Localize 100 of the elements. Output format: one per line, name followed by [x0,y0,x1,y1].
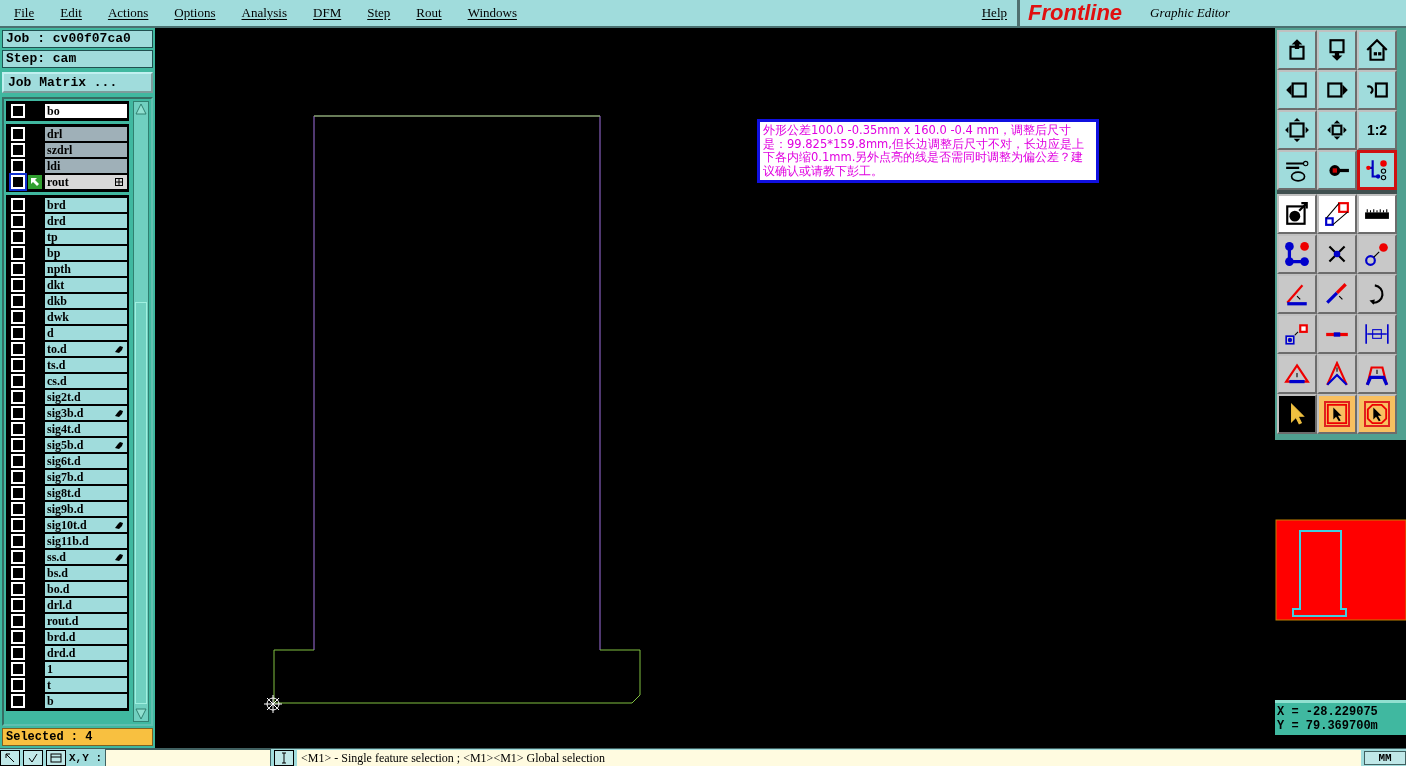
layer-checkbox[interactable] [11,230,25,244]
menu-item[interactable]: File [14,5,35,21]
layer-checkbox[interactable] [11,566,25,580]
units-button[interactable]: MM [1364,751,1406,765]
layer-checkbox[interactable] [11,406,25,420]
layer-name[interactable]: to.d [45,342,127,356]
layer-checkbox[interactable] [11,486,25,500]
layer-name[interactable]: bp [45,246,127,260]
layer-name[interactable]: d [45,326,127,340]
connected-dots-icon [1284,241,1310,267]
layer-name[interactable]: 1 [45,662,127,676]
layer-name[interactable]: drl [45,127,127,141]
layer-name[interactable]: ts.d [45,358,127,372]
layer-checkbox[interactable] [11,246,25,260]
layer-checkbox[interactable] [11,214,25,228]
layer-name[interactable]: sig6t.d [45,454,127,468]
menu-item[interactable]: Rout [416,5,442,21]
layer-checkbox[interactable] [11,678,25,692]
layer-name[interactable]: drd.d [45,646,127,660]
layer-name[interactable]: bs.d [45,566,127,580]
layer-checkbox[interactable] [11,374,25,388]
layer-name[interactable]: brd.d [45,630,127,644]
layer-checkbox[interactable] [11,646,25,660]
layer-checkbox[interactable] [11,614,25,628]
linked-squares-icon [1324,201,1350,227]
layer-name[interactable]: tp [45,230,127,244]
layer-name[interactable]: sig4t.d [45,422,127,436]
layer-name[interactable]: rout [45,175,127,189]
layer-name[interactable]: bo [45,104,127,118]
layer-checkbox[interactable] [11,598,25,612]
tool-button[interactable] [46,750,66,766]
layer-name[interactable]: sig5b.d [45,438,127,452]
layer-checkbox[interactable] [11,390,25,404]
layer-name[interactable]: sig7b.d [45,470,127,484]
layer-name[interactable]: sig8t.d [45,486,127,500]
menu-item[interactable]: Options [174,5,216,21]
layer-name[interactable]: brd [45,198,127,212]
menu-item[interactable]: DFM [313,5,342,21]
y-coordinate: Y = 79.369700m [1277,719,1379,733]
layer-name[interactable]: sig11b.d [45,534,127,548]
layer-checkbox[interactable] [11,502,25,516]
layer-name[interactable]: b [45,694,127,708]
layer-checkbox[interactable] [11,326,25,340]
xy-input-field[interactable] [105,749,271,766]
plus-box-icon[interactable] [114,177,124,187]
layer-checkbox[interactable] [11,358,25,372]
menu-item[interactable]: Windows [467,5,517,21]
layer-name[interactable]: sig10t.d [45,518,127,532]
layer-name[interactable]: bo.d [45,582,127,596]
tool-button[interactable] [23,750,43,766]
x-coordinate: X = -28.229075 [1277,705,1379,719]
tool-button[interactable] [1357,150,1397,190]
menu-item[interactable]: Help [981,5,1007,21]
layer-checkbox[interactable] [11,127,25,141]
menu-item[interactable]: Edit [60,5,82,21]
layer-checkbox[interactable] [11,310,25,324]
layer-checkbox[interactable] [11,550,25,564]
layer-name[interactable]: dkb [45,294,127,308]
layer-checkbox[interactable] [11,262,25,276]
job-matrix-button[interactable]: Job Matrix ... [2,72,153,93]
layer-checkbox[interactable] [11,278,25,292]
layer-name[interactable]: ss.d [45,550,127,564]
tool-button[interactable] [274,750,294,766]
layer-checkbox[interactable] [11,175,25,189]
layer-checkbox[interactable] [11,342,25,356]
layer-name[interactable]: szdrl [45,143,127,157]
menu-item[interactable]: Actions [107,5,149,21]
layer-checkbox[interactable] [11,662,25,676]
layer-checkbox[interactable] [11,422,25,436]
layer-name[interactable]: sig9b.d [45,502,127,516]
layer-checkbox[interactable] [11,454,25,468]
layer-name[interactable]: cs.d [45,374,127,388]
tool-button[interactable]: 1:2 [1357,110,1397,150]
layer-checkbox[interactable] [11,159,25,173]
layer-name[interactable]: dkt [45,278,127,292]
layer-checkbox[interactable] [11,143,25,157]
layer-checkbox[interactable] [11,470,25,484]
layer-name[interactable]: t [45,678,127,692]
layer-checkbox[interactable] [11,630,25,644]
layer-checkbox[interactable] [11,582,25,596]
layer-checkbox[interactable] [11,104,25,118]
tool-button[interactable] [0,750,20,766]
layer-name[interactable]: sig2t.d [45,390,127,404]
layer-name[interactable]: dwk [45,310,127,324]
menu-item[interactable]: Step [367,5,391,21]
layer-checkbox[interactable] [11,438,25,452]
layer-name[interactable]: npth [45,262,127,276]
layer-checkbox[interactable] [11,534,25,548]
layer-name[interactable]: drd [45,214,127,228]
pointer-octagon-icon [1364,401,1390,427]
layer-checkbox[interactable] [11,294,25,308]
layer-name[interactable]: rout.d [45,614,127,628]
layer-checkbox[interactable] [11,518,25,532]
layer-name[interactable]: ldi [45,159,127,173]
layer-name[interactable]: sig3b.d [45,406,127,420]
layer-checkbox[interactable] [11,694,25,708]
layer-checkbox[interactable] [11,198,25,212]
layer-name[interactable]: drl.d [45,598,127,612]
window-icon [50,752,62,764]
menu-item[interactable]: Analysis [241,5,288,21]
